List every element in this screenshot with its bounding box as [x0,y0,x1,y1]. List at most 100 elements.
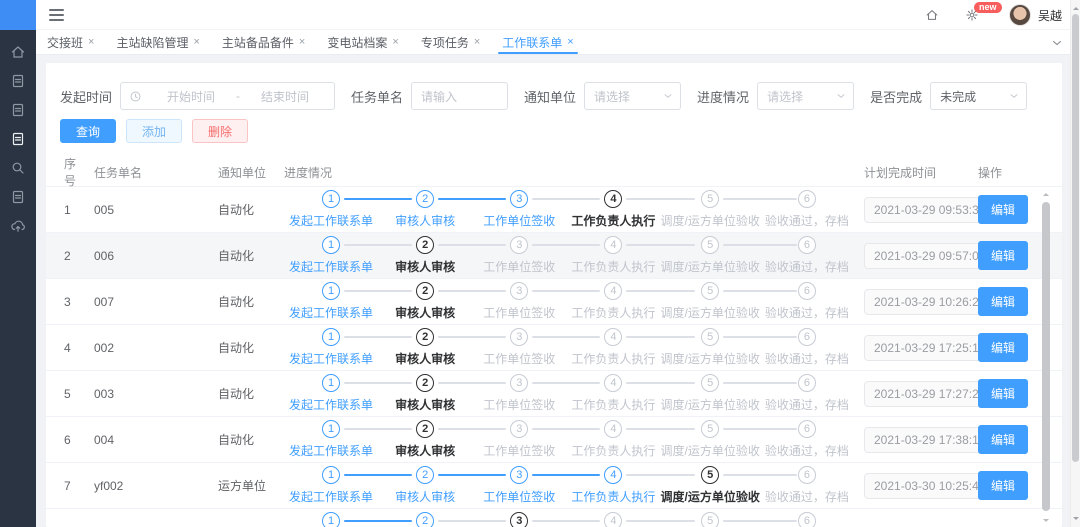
step-label: 验收通过，存档 [760,488,854,505]
search-button[interactable]: 查询 [60,119,116,143]
tab-2[interactable]: 主站备品备件× [211,30,316,54]
row-index: 7 [46,479,86,493]
scroll-up-icon[interactable] [1043,190,1049,196]
search-icon[interactable] [10,160,26,176]
step-number: 4 [604,328,622,346]
step-number: 5 [701,190,719,208]
step-2: 2审核人审核 [378,282,472,321]
tab-4[interactable]: 专项任务× [410,30,491,54]
row-notify-unit: 自动化 [218,247,284,264]
tab-0[interactable]: 交接班× [36,30,105,54]
step-label: 调度/运方单位验收 [661,488,760,505]
row-task-name: yf002 [86,479,218,493]
tab-close-icon[interactable]: × [299,37,305,48]
step-label: 验收通过，存档 [760,350,854,367]
step-4: 4工作负责人执行 [566,374,660,413]
filter-bar: 发起时间 开始时间 - 结束时间 任务单名 请输入 通知单位 请选择 [60,82,1027,110]
step-number: 2 [416,374,434,392]
row-index: 1 [46,203,86,217]
step-4: 4工作负责人执行 [566,190,660,229]
step-label: 工作负责人执行 [566,442,660,459]
user-name[interactable]: 吴越 [1038,7,1062,24]
plan-time-chip: 2021-03-29 17:38:18 [864,427,995,453]
edit-button[interactable]: 编辑 [978,379,1028,408]
tab-5[interactable]: 工作联系单× [491,30,584,54]
notify-unit-select[interactable]: 请选择 [584,82,681,110]
table-row[interactable]: 3007自动化1发起工作联系单2审核人审核3工作单位签收4工作负责人执行5调度/… [46,278,1062,324]
completed-select[interactable]: 未完成 [930,82,1027,110]
table-row[interactable]: 4002自动化1发起工作联系单2审核人审核3工作单位签收4工作负责人执行5调度/… [46,324,1062,370]
step-number: 4 [604,374,622,392]
table-row[interactable]: 2006自动化1发起工作联系单2审核人审核3工作单位签收4工作负责人执行5调度/… [46,232,1062,278]
table-row[interactable]: 7yf002运方单位1发起工作联系单2审核人审核3工作单位签收4工作负责人执行5… [46,462,1062,508]
table-row[interactable]: 6004自动化1发起工作联系单2审核人审核3工作单位签收4工作负责人执行5调度/… [46,416,1062,462]
home-icon[interactable] [10,44,26,60]
table-row[interactable]: 5003自动化1发起工作联系单2审核人审核3工作单位签收4工作负责人执行5调度/… [46,370,1062,416]
step-label: 审核人审核 [378,304,472,321]
scroll-down-icon[interactable] [1043,519,1049,525]
step-label: 工作单位签收 [472,212,566,229]
edit-button[interactable]: 编辑 [978,333,1028,362]
tab-label: 变电站档案 [327,34,387,51]
table-row[interactable]: 1发起工作联系单2审核人审核3工作单位签收4工作负责人执行5调度/运方单位验收6… [46,508,1062,527]
page-scroll-down-icon[interactable] [1073,517,1079,523]
start-time-label: 发起时间 [60,87,112,106]
progress-select[interactable]: 请选择 [757,82,854,110]
step-label: 工作单位签收 [472,350,566,367]
scrollbar-thumb[interactable] [1042,202,1050,511]
step-label: 工作单位签收 [472,304,566,321]
step-label: 工作单位签收 [472,396,566,413]
tabs-dropdown-icon[interactable] [1050,36,1064,50]
step-number: 3 [510,374,528,392]
tab-3[interactable]: 变电站档案 × [316,30,409,54]
page-scrollbar-thumb[interactable] [1072,14,1079,462]
step-5: 5调度/运方单位验收 [661,420,760,459]
tab-close-icon[interactable]: × [567,37,573,48]
document-icon[interactable] [10,102,26,118]
delete-button[interactable]: 删除 [192,119,248,143]
step-2: 2审核人审核 [378,328,472,367]
step-3: 3工作单位签收 [472,282,566,321]
cloud-upload-icon[interactable] [10,218,26,234]
home-icon[interactable] [925,8,939,22]
tab-close-icon[interactable]: × [193,37,199,48]
progress-label: 进度情况 [697,87,749,106]
table-header: 序号 任务单名 通知单位 进度情况 计划完成时间 操作 [46,158,1062,186]
page-scroll-up-icon[interactable] [1073,4,1079,10]
edit-button[interactable]: 编辑 [978,425,1028,454]
edit-button[interactable]: 编辑 [978,195,1028,224]
step-number: 4 [604,190,622,208]
table-scrollbar[interactable] [1042,190,1050,525]
document-icon[interactable] [10,131,26,147]
page-scrollbar[interactable] [1070,0,1080,527]
row-progress-stepper: 1发起工作联系单2审核人审核3工作单位签收4工作负责人执行5调度/运方单位验收6… [284,282,854,321]
table-row[interactable]: 1005自动化1发起工作联系单2审核人审核3工作单位签收4工作负责人执行5调度/… [46,186,1062,232]
tab-1[interactable]: 主站缺陷管理× [105,30,210,54]
edit-button[interactable]: 编辑 [978,471,1028,500]
step-label: 验收通过，存档 [760,258,854,275]
step-number: 3 [510,190,528,208]
row-operation-cell: 编辑 [978,241,1046,270]
task-name-placeholder: 请输入 [421,88,457,105]
add-button[interactable]: 添加 [126,119,182,143]
col-index: 序号 [46,155,86,189]
edit-button[interactable]: 编辑 [978,241,1028,270]
step-1: 1发起工作联系单 [284,190,378,229]
avatar[interactable] [1009,4,1031,26]
step-number: 5 [701,374,719,392]
hamburger-menu-icon[interactable] [49,9,64,21]
edit-button[interactable]: 编辑 [978,287,1028,316]
row-progress-stepper: 1发起工作联系单2审核人审核3工作单位签收4工作负责人执行5调度/运方单位验收6… [284,466,854,505]
step-number: 6 [798,512,816,527]
task-name-input[interactable]: 请输入 [411,82,508,110]
row-index: 2 [46,249,86,263]
document-icon[interactable] [10,189,26,205]
step-number: 6 [798,236,816,254]
tab-close-icon[interactable]: × [474,37,480,48]
date-range-input[interactable]: 开始时间 - 结束时间 [120,82,335,110]
tab-close-icon[interactable]: × [88,37,94,48]
document-icon[interactable] [10,73,26,89]
step-2: 2审核人审核 [378,190,472,229]
tab-close-icon[interactable]: × [392,37,398,48]
row-progress-stepper: 1发起工作联系单2审核人审核3工作单位签收4工作负责人执行5调度/运方单位验收6… [284,190,854,229]
